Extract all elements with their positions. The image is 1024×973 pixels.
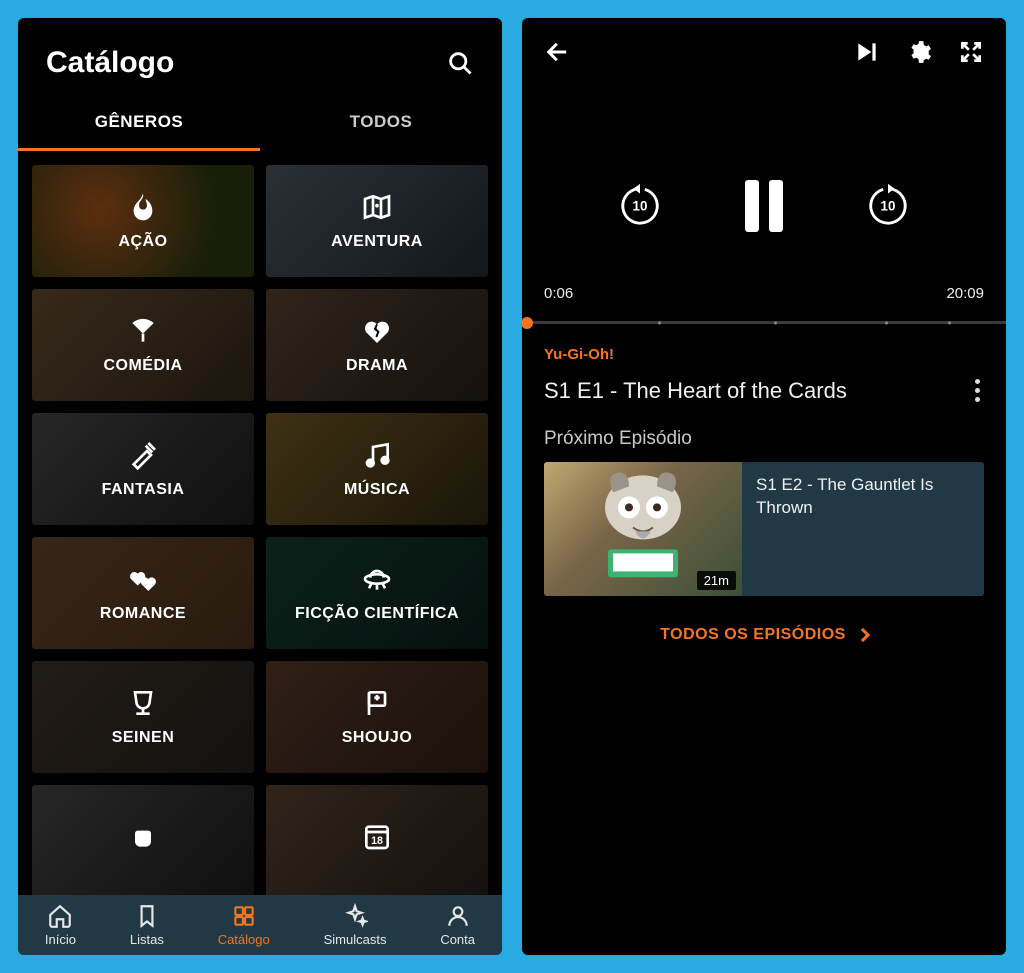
nav-label: Listas <box>130 932 164 947</box>
flame-icon <box>127 191 159 223</box>
nav-listas[interactable]: Listas <box>130 903 164 947</box>
bookmark-icon <box>134 903 160 929</box>
sword-icon <box>127 439 159 471</box>
svg-text:10: 10 <box>881 198 896 213</box>
genre-card-musica[interactable]: MÚSICA <box>266 413 488 525</box>
genre-card-ficcao[interactable]: FICÇÃO CIENTÍFICA <box>266 537 488 649</box>
ufo-icon <box>361 563 393 595</box>
tab-all[interactable]: TODOS <box>260 98 502 151</box>
fullscreen-icon[interactable] <box>958 39 984 65</box>
genre-card-comedia[interactable]: COMÉDIA <box>32 289 254 401</box>
flag-icon <box>361 687 393 719</box>
nav-label: Catálogo <box>218 932 270 947</box>
next-episode-thumbnail: 21m <box>544 462 742 596</box>
genre-grid[interactable]: AÇÃO AVENTURA COMÉDIA DRAMA FANTASIA MÚS… <box>18 151 502 895</box>
more-menu-icon[interactable] <box>971 375 984 406</box>
episode-title: S1 E1 - The Heart of the Cards <box>544 378 847 404</box>
music-icon <box>361 439 393 471</box>
genre-label: SHOUJO <box>342 729 413 747</box>
genre-label: COMÉDIA <box>103 357 182 375</box>
grid-icon <box>231 903 257 929</box>
genre-card-aventura[interactable]: AVENTURA <box>266 165 488 277</box>
video-player[interactable]: 10 10 0:06 20:09 <box>522 76 1006 324</box>
player-screen: 10 10 0:06 20:09 <box>522 18 1006 955</box>
cup-icon <box>127 687 159 719</box>
player-toolbar <box>522 18 1006 76</box>
genre-label: FICÇÃO CIENTÍFICA <box>295 605 459 623</box>
map-icon <box>361 191 393 223</box>
genre-card-drama[interactable]: DRAMA <box>266 289 488 401</box>
broken-heart-icon <box>361 315 393 347</box>
back-icon[interactable] <box>544 38 572 66</box>
nav-catalogo[interactable]: Catálogo <box>218 903 270 947</box>
genre-card-seinen[interactable]: SEINEN <box>32 661 254 773</box>
nav-inicio[interactable]: Início <box>45 903 76 947</box>
genre-label: DRAMA <box>346 357 408 375</box>
genre-label: AÇÃO <box>118 233 167 251</box>
genre-label: AVENTURA <box>331 233 423 251</box>
time-row: 0:06 20:09 <box>544 285 984 302</box>
next-episode-card[interactable]: 21m S1 E2 - The Gauntlet Is Thrown <box>544 462 984 596</box>
catalog-screen: Catálogo GÊNEROS TODOS AÇÃO AVENTURA COM… <box>18 18 502 955</box>
next-episode-title: S1 E2 - The Gauntlet Is Thrown <box>756 474 970 520</box>
all-episodes-button[interactable]: TODOS OS EPISÓDIOS <box>544 596 984 674</box>
sparkle-icon <box>342 903 368 929</box>
pause-button[interactable] <box>745 180 783 232</box>
nav-label: Simulcasts <box>324 932 387 947</box>
svg-text:10: 10 <box>633 198 648 213</box>
skip-next-icon[interactable] <box>854 39 880 65</box>
genre-label: FANTASIA <box>102 481 185 499</box>
total-time: 20:09 <box>946 285 984 302</box>
bottom-nav: Início Listas Catálogo Simulcasts Conta <box>18 895 502 955</box>
hearts-icon <box>127 563 159 595</box>
nav-label: Conta <box>440 932 475 947</box>
svg-text:18: 18 <box>371 835 383 847</box>
nav-conta[interactable]: Conta <box>440 903 475 947</box>
current-time: 0:06 <box>544 285 573 302</box>
duration-badge: 21m <box>697 571 736 590</box>
genre-label: ROMANCE <box>100 605 186 623</box>
calendar-icon: 18 <box>361 820 393 852</box>
genre-label: MÚSICA <box>344 481 410 499</box>
genre-card-shoujo[interactable]: SHOUJO <box>266 661 488 773</box>
chevron-right-icon <box>856 628 870 642</box>
nav-label: Início <box>45 932 76 947</box>
series-name[interactable]: Yu-Gi-Oh! <box>544 346 984 363</box>
genre-card-acao[interactable]: AÇÃO <box>32 165 254 277</box>
fist-icon <box>127 820 159 852</box>
fan-icon <box>127 315 159 347</box>
home-icon <box>47 903 73 929</box>
next-episode-label: Próximo Episódio <box>544 428 984 450</box>
genre-card-fantasia[interactable]: FANTASIA <box>32 413 254 525</box>
account-icon <box>445 903 471 929</box>
catalog-header: Catálogo <box>18 18 502 98</box>
all-episodes-label: TODOS OS EPISÓDIOS <box>660 626 846 644</box>
genre-card-romance[interactable]: ROMANCE <box>32 537 254 649</box>
episode-info: Yu-Gi-Oh! S1 E1 - The Heart of the Cards… <box>522 324 1006 674</box>
gear-icon[interactable] <box>906 39 932 65</box>
genre-card-extra-1[interactable] <box>32 785 254 895</box>
forward-10-button[interactable]: 10 <box>865 181 911 232</box>
rewind-10-button[interactable]: 10 <box>617 181 663 232</box>
player-controls: 10 10 <box>522 168 1006 232</box>
search-icon[interactable] <box>446 49 474 77</box>
genre-card-extra-2[interactable]: 18 <box>266 785 488 895</box>
catalog-tabs: GÊNEROS TODOS <box>18 98 502 151</box>
genre-label: SEINEN <box>112 729 175 747</box>
nav-simulcasts[interactable]: Simulcasts <box>324 903 387 947</box>
progress-bar[interactable] <box>522 321 1006 324</box>
page-title: Catálogo <box>46 46 174 80</box>
tab-genres[interactable]: GÊNEROS <box>18 98 260 151</box>
